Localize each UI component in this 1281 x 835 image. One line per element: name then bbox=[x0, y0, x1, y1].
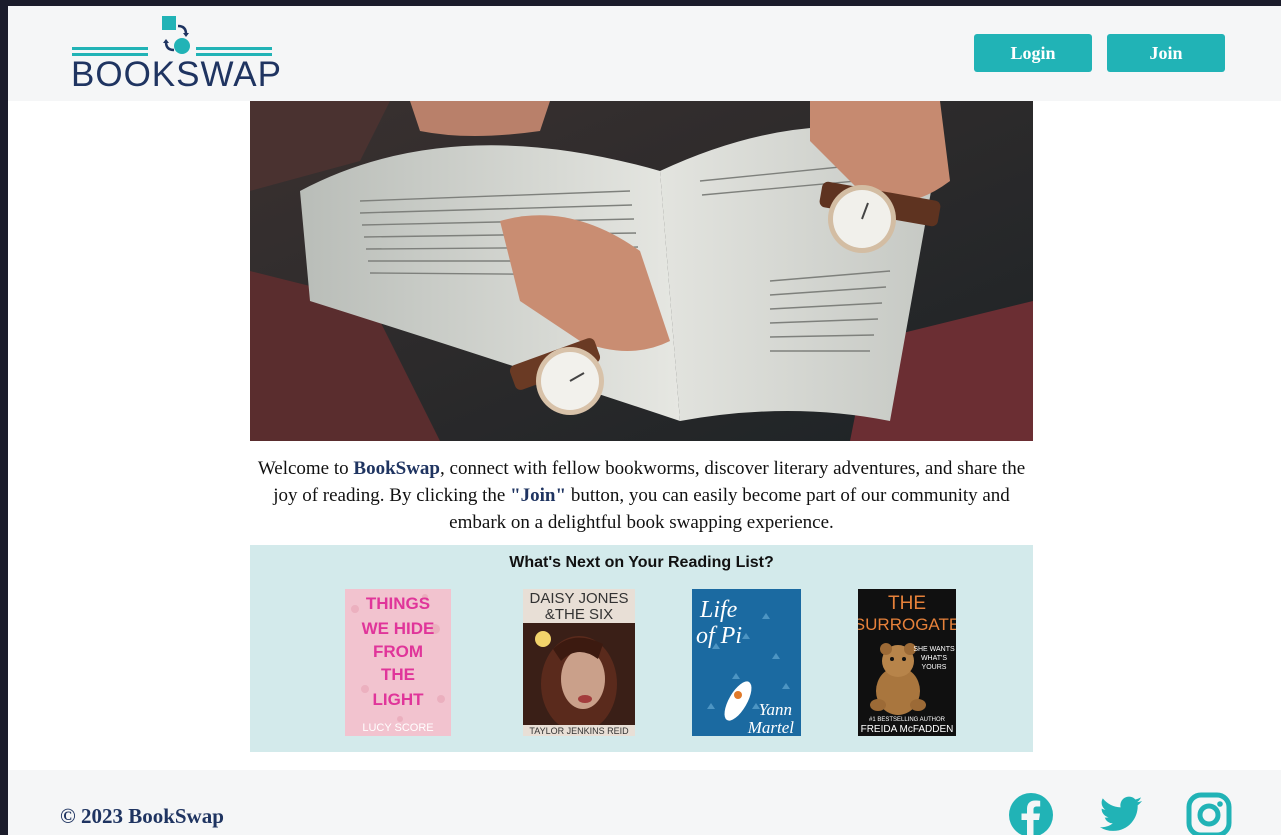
join-button[interactable]: Join bbox=[1107, 34, 1225, 72]
bookswap-logo[interactable]: BOOKSWAP bbox=[70, 14, 282, 94]
logo-wordmark: BOOKSWAP bbox=[71, 55, 282, 94]
book2-line-1: DAISY JONES bbox=[530, 590, 629, 607]
page: BOOKSWAP Login Join Welcome to BookSwap,… bbox=[8, 6, 1281, 835]
book4-tagline-2: WHAT'S bbox=[921, 655, 947, 662]
login-button[interactable]: Login bbox=[974, 34, 1092, 72]
reading-list-title: What's Next on Your Reading List? bbox=[509, 554, 774, 571]
book-cover-things-we-hide[interactable]: THINGS WE HIDE FROM THE LIGHT LUCY SCORE bbox=[345, 589, 451, 736]
hero-image bbox=[250, 101, 1033, 441]
book1-author: LUCY SCORE bbox=[362, 722, 433, 734]
intro-text-1: Welcome to bbox=[257, 458, 354, 479]
book4-tagline-1: SHE WANTS bbox=[913, 646, 955, 653]
twitter-icon[interactable] bbox=[1098, 792, 1144, 835]
book3-author-1: Yann bbox=[759, 700, 792, 719]
book3-author-2: Martel bbox=[747, 718, 795, 736]
intro-brand: BookSwap bbox=[353, 458, 441, 479]
facebook-icon[interactable] bbox=[1008, 792, 1054, 835]
book1-line-4: THE bbox=[381, 665, 415, 684]
book-cover-daisy-jones[interactable]: DAISY JONES &THE SIX TAYLOR JENKINS REID bbox=[523, 589, 635, 736]
book4-line-2: SURROGATE bbox=[858, 615, 956, 634]
logo-swap-icon bbox=[72, 16, 272, 56]
book4-tagline-3: YOURS bbox=[922, 664, 947, 671]
book2-line-2: &THE SIX bbox=[545, 606, 613, 623]
book2-author: TAYLOR JENKINS REID bbox=[529, 726, 629, 736]
book1-line-3: FROM bbox=[373, 642, 423, 661]
intro-paragraph: Welcome to BookSwap, connect with fellow… bbox=[250, 455, 1033, 536]
reading-list-section: What's Next on Your Reading List? THINGS… bbox=[250, 545, 1033, 752]
book4-author: FREIDA McFADDEN bbox=[861, 724, 954, 735]
book4-author-prefix: #1 BESTSELLING AUTHOR bbox=[869, 717, 946, 723]
book1-line-5: LIGHT bbox=[373, 690, 425, 709]
site-header: BOOKSWAP Login Join bbox=[8, 6, 1281, 101]
book3-line-2: of Pi bbox=[696, 623, 742, 649]
copyright-text: © 2023 BookSwap bbox=[60, 804, 224, 828]
book1-line-1: THINGS bbox=[366, 594, 430, 613]
book-cover-the-surrogate[interactable]: THE SURROGATE SHE WANTS WHAT'S YOURS #1 … bbox=[858, 589, 956, 736]
book3-line-1: Life bbox=[699, 597, 738, 623]
book4-line-1: THE bbox=[888, 593, 926, 614]
intro-join-quote: "Join" bbox=[510, 485, 567, 506]
reading-book-illustration bbox=[250, 101, 1033, 441]
instagram-icon[interactable] bbox=[1186, 792, 1232, 835]
book-cover-life-of-pi[interactable]: Life of Pi Yann Martel bbox=[692, 589, 801, 736]
site-footer: © 2023 BookSwap bbox=[8, 770, 1281, 835]
book1-line-2: WE HIDE bbox=[362, 619, 435, 638]
